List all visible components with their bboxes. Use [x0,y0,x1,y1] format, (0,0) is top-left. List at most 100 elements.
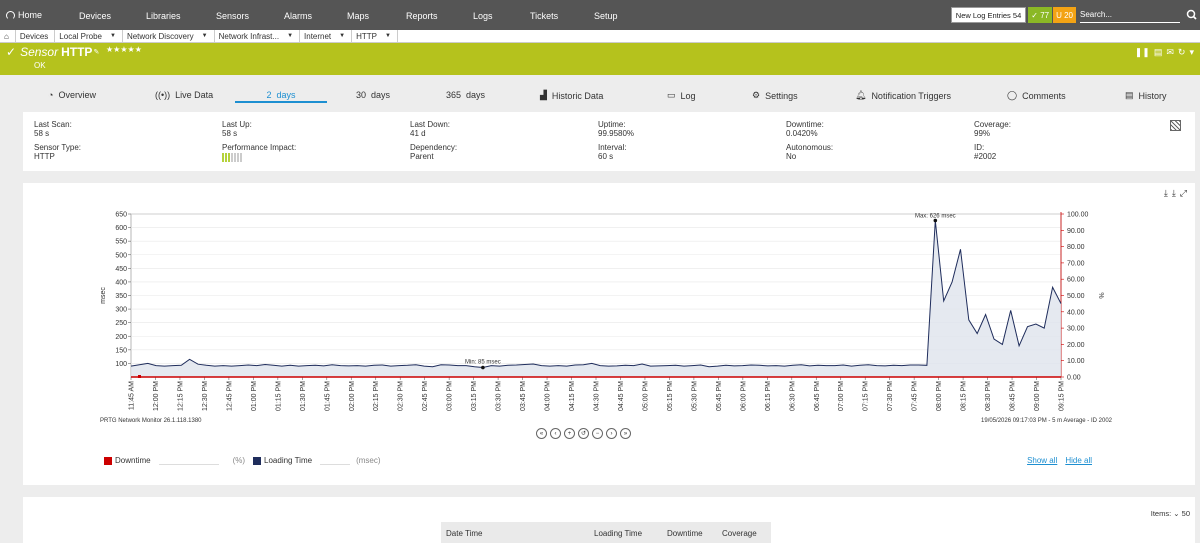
first-page-icon[interactable]: « [536,428,547,439]
last-down-value: 41 d [410,129,426,138]
x-tick-label: 12:15 PM [177,381,184,411]
tab-settings[interactable]: ⚙ Settings [752,90,798,101]
breadcrumb-local-probe[interactable]: Local Probe ▼ [55,30,123,42]
y-tick-label: 450 [115,266,127,273]
last-page-icon[interactable]: » [620,428,631,439]
legend-loading-time[interactable]: Loading Time [253,456,312,465]
tab-30-days[interactable]: 30 days [356,90,390,100]
column-downtime[interactable]: Downtime [667,529,703,538]
qr-code-icon[interactable] [1170,120,1181,131]
nav-sensors[interactable]: Sensors [216,11,249,21]
checkbox-loading-time[interactable] [253,456,262,465]
breadcrumb-network-discovery[interactable]: Network Discovery ▼ [123,30,215,42]
hide-all-link[interactable]: Hide all [1065,456,1092,465]
x-tick-label: 11:45 AM [129,381,136,410]
chevron-down-icon[interactable]: ▾ [1189,47,1194,58]
next-page-icon[interactable]: › [606,428,617,439]
nav-alarms[interactable]: Alarms [284,11,312,21]
x-tick-label: 09:00 PM [1034,381,1041,411]
dropdown-icon: ▼ [201,33,208,39]
nav-setup[interactable]: Setup [594,11,618,21]
new-log-entries-button[interactable]: New Log Entries 54 [950,7,1027,23]
tab-history[interactable]: ▤ History [1125,90,1167,101]
home-link[interactable]: Home [0,10,80,20]
breadcrumb-http[interactable]: HTTP ▼ [352,30,398,42]
y-tick-label: 400 [115,279,127,286]
y-tick-label: 550 [115,239,127,246]
breadcrumb-network-infrastructure[interactable]: Network Infrast... ▼ [215,30,301,42]
column-loading-time[interactable]: Loading Time [594,529,642,538]
tab-label: Live Data [175,90,214,100]
breadcrumb-label: Local Probe [59,31,102,41]
zoom-out-icon[interactable]: − [592,428,603,439]
x-tick-label: 05:30 PM [691,381,698,411]
dependency: Dependency: Parent [410,143,457,161]
interval-value: 60 s [598,152,614,161]
y-tick-label: 100 [115,361,127,368]
checkbox-downtime[interactable] [104,456,112,465]
autonomous: Autonomous: No [786,143,833,161]
interval-label: Interval: [598,143,627,152]
dropdown-icon: ▼ [339,33,346,39]
dependency-value[interactable]: Parent [410,152,457,161]
breadcrumb-internet[interactable]: Internet ▼ [300,30,353,42]
breadcrumb-home-icon[interactable]: ⌂ [0,30,16,42]
last-down: Last Down: 41 d [410,120,450,138]
nav-devices[interactable]: Devices [79,11,111,21]
x-tick-label: 02:45 PM [422,381,429,411]
min-label: Min: 85 msec [465,359,501,365]
x-tick-label: 09:15 PM [1059,381,1066,411]
top-navigation: Home Devices Libraries Sensors Alarms Ma… [0,0,1200,30]
tab-label: 365 days [446,90,486,100]
document-icon[interactable]: ▤ [1154,47,1163,58]
pause-icon[interactable]: ❚❚ [1135,47,1150,58]
tab-label: History [1138,90,1167,101]
legend-downtime[interactable]: Downtime [104,456,151,465]
last-up-value: 58 s [222,129,238,138]
nav-maps[interactable]: Maps [347,11,369,21]
tab-live-data[interactable]: ((•)) Live Data [155,90,213,100]
tab-log[interactable]: ▭ Log [667,90,696,101]
x-tick-label: 03:30 PM [496,381,503,411]
breadcrumb: ⌂ Devices Local Probe ▼ Network Discovery… [0,30,1200,43]
ok-sensors-badge[interactable]: ✓ 77 [1028,7,1053,23]
unusual-sensors-badge[interactable]: U 20 [1053,7,1076,23]
x-tick-label: 06:45 PM [814,381,821,411]
live-data-icon: ((•)) [155,90,171,100]
tab-label: 2 days [266,90,296,100]
breadcrumb-devices[interactable]: Devices [16,30,56,42]
tab-2-days[interactable]: 2 days [235,90,327,103]
y-tick-label: 350 [115,293,127,300]
edit-icon[interactable]: ✎ [93,48,99,56]
search-input[interactable]: Search... [1080,7,1180,23]
zoom-in-icon[interactable]: + [564,428,575,439]
nav-logs[interactable]: Logs [473,11,493,21]
items-per-page[interactable]: Items: ⌄ 50 [1151,509,1190,518]
y-tick-label: 500 [115,252,127,259]
prev-page-icon[interactable]: ‹ [550,428,561,439]
reset-zoom-icon[interactable]: ↺ [578,428,589,439]
graph-panel: ⤓ ⤓ ⤢ 650 600 550 500 450 400 350 300 250 200 150 1… [23,183,1195,485]
priority-stars[interactable]: ★★★★★ [106,45,142,54]
interval: Interval: 60 s [598,143,626,161]
tab-comments[interactable]: ◯ Comments [1007,90,1066,101]
gear-icon: ⚙ [752,90,761,100]
tab-365-days[interactable]: 365 days [446,90,485,100]
tab-historic-data[interactable]: ▟ Historic Data [540,90,603,101]
nav-reports[interactable]: Reports [406,11,438,21]
loading-time-chart[interactable]: 650 600 550 500 450 400 350 300 250 200 150 100 100.… [23,183,1195,423]
show-all-link[interactable]: Show all [1027,456,1057,465]
mail-icon[interactable]: ✉ [1166,47,1174,58]
refresh-icon[interactable]: ↻ [1178,47,1186,58]
column-date-time[interactable]: Date Time [446,529,482,538]
column-coverage[interactable]: Coverage [722,529,757,538]
tab-notification-triggers[interactable]: 🔔︎ Notification Triggers [855,90,951,101]
sensor-type: Sensor Type: HTTP [34,143,81,161]
nav-libraries[interactable]: Libraries [146,11,181,21]
tab-overview[interactable]: ◔ Overview [48,90,96,100]
search-icon[interactable] [1184,7,1200,23]
nav-tickets[interactable]: Tickets [530,11,558,21]
overview-icon: ◔ [48,90,54,100]
max-label: Max: 626 msec [915,214,956,220]
sensor-type-value: HTTP [34,152,55,161]
